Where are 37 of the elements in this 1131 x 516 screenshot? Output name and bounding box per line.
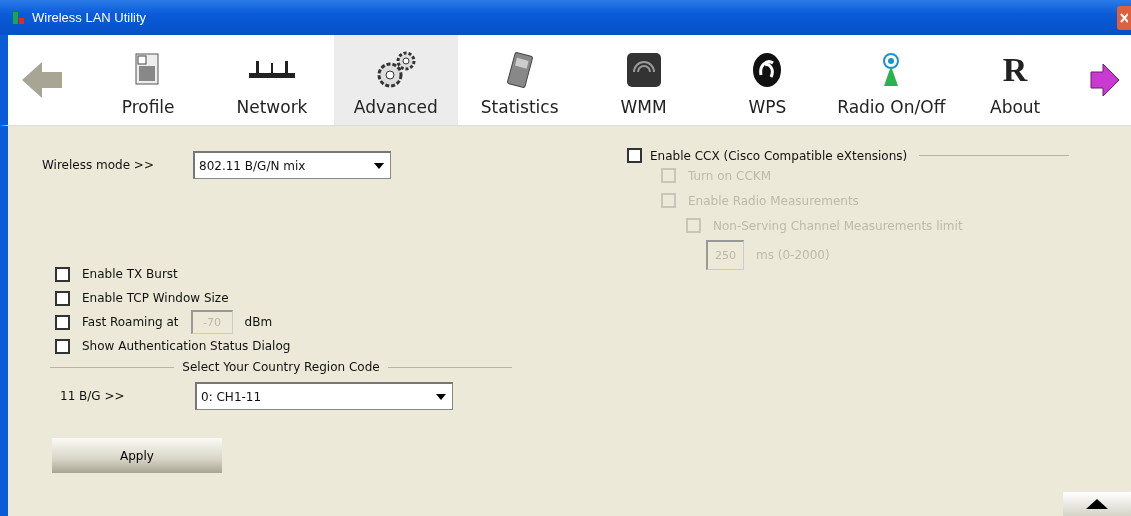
checkbox-label: Fast Roaming at xyxy=(82,315,179,329)
dropdown-arrow-icon xyxy=(374,162,384,169)
checkbox[interactable] xyxy=(627,148,642,163)
wireless-mode-dropdown[interactable]: 802.11 B/G/N mix xyxy=(193,151,391,179)
close-icon xyxy=(1120,12,1128,23)
checkbox-label: Enable TX Burst xyxy=(82,267,178,281)
close-button[interactable] xyxy=(1117,5,1131,30)
toolbar-tab[interactable]: Network xyxy=(210,35,334,125)
toolbar-tab[interactable]: Advanced xyxy=(333,35,458,125)
checkbox[interactable] xyxy=(55,290,70,306)
checkbox-label: Enable CCX (Cisco Compatible eXtensions) xyxy=(650,148,908,163)
checkbox-label: Enable TCP Window Size xyxy=(82,291,229,305)
circular-arrows-icon xyxy=(751,51,784,89)
dropdown-arrow-icon xyxy=(436,393,446,400)
apply-button[interactable]: Apply xyxy=(52,438,222,473)
logo-letter: R xyxy=(1002,53,1028,87)
logo-icon xyxy=(12,10,26,25)
router-icon xyxy=(246,59,297,81)
toolbar-tab[interactable]: Radio On/Off xyxy=(829,35,954,125)
toolbar-tab[interactable]: WPS xyxy=(705,35,830,125)
checkbox[interactable] xyxy=(55,338,70,354)
group-title: Select Your Country Region Code xyxy=(182,360,380,374)
left-arrow-icon xyxy=(20,60,64,100)
toolbar-tab[interactable]: R About xyxy=(953,35,1078,125)
unit-label: dBm xyxy=(244,315,273,329)
toolbar-tab[interactable]: Profile xyxy=(86,35,211,125)
window-title: Wireless LAN Utility xyxy=(32,10,147,25)
region-dropdown[interactable]: 0: CH1-11 xyxy=(195,382,453,410)
wireless-mode-label: Wireless mode >> xyxy=(42,158,155,172)
up-triangle-icon xyxy=(1086,499,1108,509)
checkbox[interactable] xyxy=(55,266,70,282)
toolbar-tab[interactable]: Statistics xyxy=(457,35,582,125)
checkbox-label: Show Authentication Status Dialog xyxy=(82,339,291,353)
collapse-button[interactable] xyxy=(1063,492,1131,516)
signal-waves-icon xyxy=(625,52,662,88)
toolbar-tab[interactable]: WMM xyxy=(581,35,706,125)
region-label: 11 B/G >> xyxy=(59,389,126,403)
